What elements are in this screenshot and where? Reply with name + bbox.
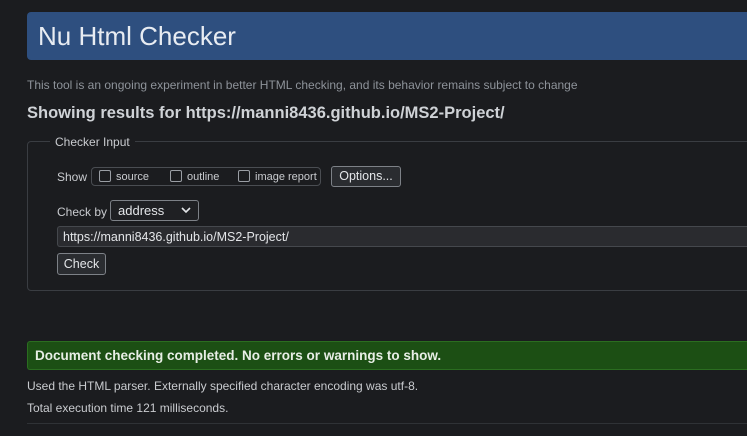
check-button[interactable]: Check (57, 253, 106, 275)
page-title: Nu Html Checker (38, 21, 236, 51)
checker-input-fieldset: Checker Input Show source outline image … (27, 135, 747, 291)
checker-input-legend: Checker Input (50, 135, 135, 149)
check-by-label: Check by (57, 205, 108, 219)
success-message: Document checking completed. No errors o… (35, 348, 442, 363)
check-by-value: address (118, 203, 165, 218)
success-message-bar: Document checking completed. No errors o… (27, 341, 747, 370)
page: Nu Html Checker This tool is an ongoing … (0, 0, 747, 436)
image-report-checkbox-label[interactable]: image report (255, 171, 317, 183)
source-checkbox-label[interactable]: source (116, 171, 149, 183)
outline-checkbox-label[interactable]: outline (187, 171, 219, 183)
url-input[interactable]: https://manni8436.github.io/MS2-Project/ (57, 226, 747, 247)
outline-checkbox[interactable] (170, 170, 182, 182)
results-heading: Showing results for https://manni8436.gi… (27, 104, 505, 122)
header-banner: Nu Html Checker (27, 12, 747, 60)
tagline: This tool is an ongoing experiment in be… (27, 78, 578, 92)
execution-time: Total execution time 121 milliseconds. (27, 401, 229, 415)
check-by-select[interactable]: address (110, 200, 199, 221)
options-button[interactable]: Options... (331, 166, 401, 187)
show-options-group: source outline image report (91, 167, 321, 186)
url-input-value: https://manni8436.github.io/MS2-Project/ (63, 230, 289, 244)
divider (27, 423, 747, 424)
show-label: Show (57, 170, 88, 184)
source-checkbox[interactable] (99, 170, 111, 182)
image-report-checkbox[interactable] (238, 170, 250, 182)
parser-info: Used the HTML parser. Externally specifi… (27, 379, 419, 393)
chevron-down-icon (181, 207, 191, 214)
